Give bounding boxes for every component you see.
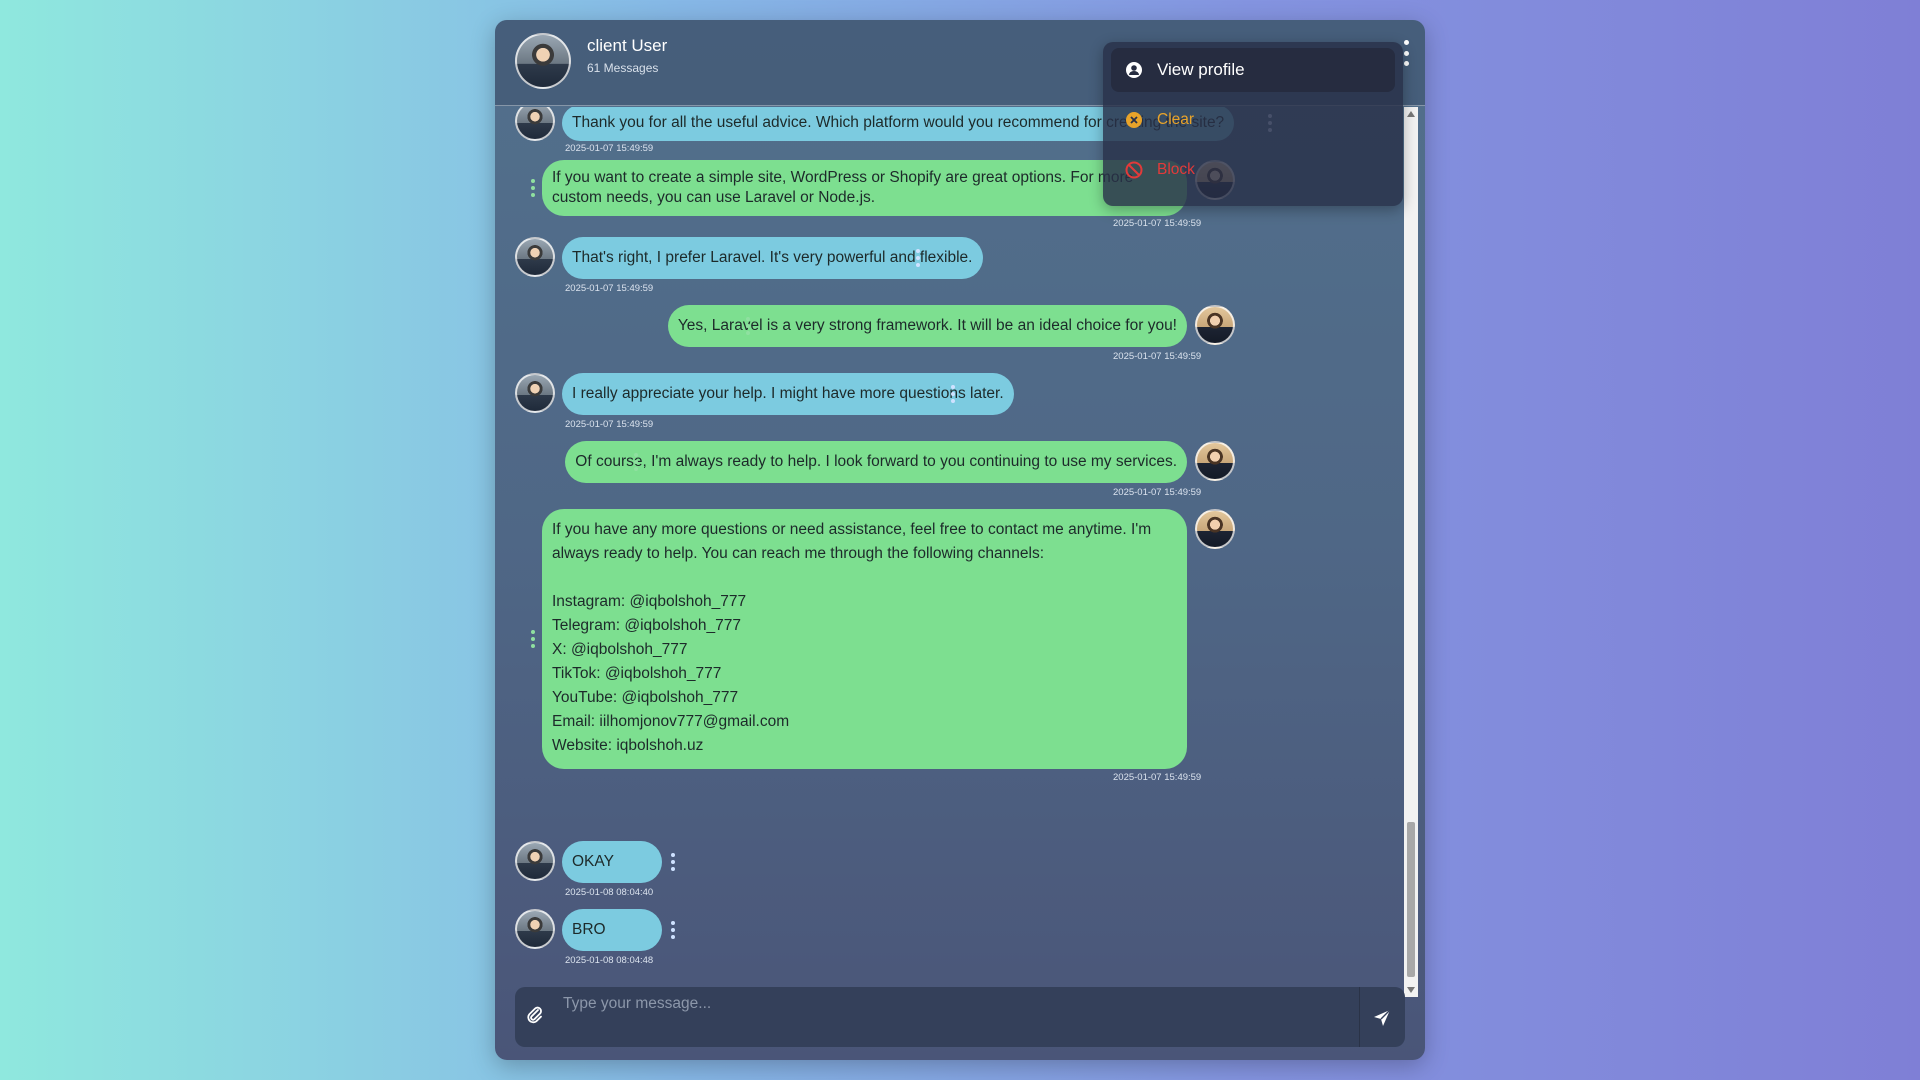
menu-item-block[interactable]: Block: [1111, 148, 1395, 192]
message-timestamp: 2025-01-07 15:49:59: [1113, 351, 1202, 362]
sender-avatar: [515, 909, 555, 949]
message-timestamp: 2025-01-08 08:04:48: [565, 955, 654, 966]
message-timestamp: 2025-01-07 15:49:59: [565, 419, 654, 430]
menu-item-label: Clear: [1157, 111, 1195, 128]
sender-avatar: [515, 841, 555, 881]
sender-avatar: [515, 107, 555, 141]
message-bubble[interactable]: If you have any more questions or need a…: [542, 509, 1187, 769]
sender-avatar: [515, 237, 555, 277]
ban-icon: [1125, 161, 1143, 179]
user-circle-icon: [1125, 61, 1143, 79]
contact-avatar[interactable]: [515, 33, 571, 89]
contact-name: client User: [587, 36, 668, 55]
message-timestamp: 2025-01-07 15:49:59: [565, 143, 654, 154]
own-avatar: [1195, 509, 1235, 549]
message-options-icon[interactable]: [530, 179, 536, 197]
x-circle-icon: [1125, 111, 1143, 129]
scroll-thumb[interactable]: [1407, 822, 1415, 977]
message-bubble[interactable]: OKAY: [562, 841, 662, 883]
sender-avatar: [515, 373, 555, 413]
own-avatar: [1195, 441, 1235, 481]
message-bubble[interactable]: If you want to create a simple site, Wor…: [542, 160, 1187, 216]
menu-item-label: Block: [1157, 161, 1195, 178]
message-options-icon[interactable]: [950, 385, 956, 403]
message-timestamp: 2025-01-07 15:49:59: [1113, 772, 1202, 783]
message-options-icon[interactable]: [745, 317, 751, 335]
attach-button[interactable]: [525, 1005, 545, 1025]
message-bubble[interactable]: BRO: [562, 909, 662, 951]
chat-options-menu: View profile Clear Block: [1103, 42, 1403, 206]
message-options-icon[interactable]: [633, 453, 639, 471]
message-bubble[interactable]: Of course, I'm always ready to help. I l…: [565, 441, 1187, 483]
message-timestamp: 2025-01-07 15:49:59: [565, 283, 654, 294]
scroll-up-icon[interactable]: [1407, 111, 1415, 117]
message-list[interactable]: Thank you for all the useful advice. Whi…: [495, 107, 1412, 997]
message-options-icon[interactable]: [670, 853, 676, 871]
vertical-dots-icon: [1403, 40, 1409, 45]
message-options-icon[interactable]: [915, 249, 921, 267]
message-options-icon[interactable]: [530, 630, 536, 648]
menu-item-label: View profile: [1157, 60, 1245, 79]
paper-plane-icon: [1374, 1009, 1391, 1026]
message-options-icon[interactable]: [670, 921, 676, 939]
paperclip-icon: [527, 1006, 542, 1024]
menu-item-view-profile[interactable]: View profile: [1111, 48, 1395, 92]
message-count: 61 Messages: [587, 61, 659, 75]
message-timestamp: 2025-01-08 08:04:40: [565, 887, 654, 898]
send-button[interactable]: [1371, 1007, 1393, 1029]
own-avatar: [1195, 305, 1235, 345]
message-composer: [515, 987, 1405, 1047]
scroll-down-icon[interactable]: [1407, 987, 1415, 993]
message-bubble[interactable]: I really appreciate your help. I might h…: [562, 373, 1014, 415]
message-timestamp: 2025-01-07 15:49:59: [1113, 487, 1202, 498]
message-input[interactable]: [555, 987, 1360, 1047]
message-timestamp: 2025-01-07 15:49:59: [1113, 218, 1202, 229]
message-scrollbar[interactable]: [1404, 107, 1418, 997]
menu-item-clear[interactable]: Clear: [1111, 98, 1395, 142]
